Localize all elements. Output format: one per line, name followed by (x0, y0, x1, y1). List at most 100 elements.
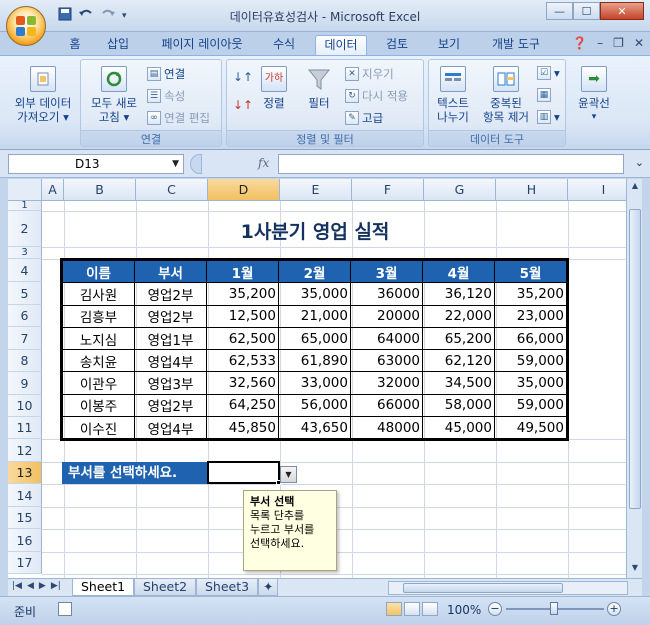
tab-review[interactable]: 검토 (376, 35, 418, 56)
row-header-1[interactable]: 1 (8, 201, 42, 211)
header-cell[interactable]: 5월 (494, 259, 567, 284)
horizontal-scroll-thumb[interactable] (403, 583, 563, 593)
table-cell[interactable]: 56,000 (278, 393, 351, 418)
row-header-8[interactable]: 8 (8, 350, 42, 372)
row-header-14[interactable]: 14 (8, 484, 42, 507)
outline-button[interactable]: ➡ 윤곽선 ▾ (571, 66, 617, 124)
vertical-scrollbar[interactable]: ▲ ▼ (626, 179, 642, 579)
row-header-7[interactable]: 7 (8, 327, 42, 350)
table-cell[interactable]: 59,000 (494, 393, 567, 418)
table-cell[interactable]: 35,000 (494, 371, 567, 395)
row-header-10[interactable]: 10 (8, 395, 42, 417)
table-cell[interactable]: 김사원 (62, 282, 135, 306)
row-header-16[interactable]: 16 (8, 529, 42, 552)
minimize-icon[interactable]: — (546, 2, 573, 20)
formula-input[interactable] (278, 154, 624, 174)
table-cell[interactable]: 22,000 (422, 304, 495, 328)
sort-button[interactable]: 가하 정렬 (257, 66, 291, 110)
table-cell[interactable]: 62,533 (206, 349, 279, 373)
sheet-tab-sheet1[interactable]: Sheet1 (72, 579, 135, 596)
tab-home[interactable]: 홈 (60, 35, 90, 56)
reapply-button[interactable]: ↻ 다시 적용 (345, 88, 408, 104)
column-header-e[interactable]: E (280, 179, 352, 201)
page-layout-view-icon[interactable] (404, 602, 420, 616)
row-header-11[interactable]: 11 (8, 417, 42, 439)
table-cell[interactable]: 63000 (350, 349, 423, 373)
table-cell[interactable]: 36000 (350, 282, 423, 306)
table-cell[interactable]: 송치윤 (62, 349, 135, 373)
zoom-in-icon[interactable]: + (607, 602, 621, 616)
tab-formulas[interactable]: 수식 (262, 35, 306, 56)
tab-view[interactable]: 보기 (428, 35, 470, 56)
table-cell[interactable]: 64,250 (206, 393, 279, 418)
scroll-down-icon[interactable]: ▼ (629, 563, 641, 577)
table-cell[interactable]: 61,890 (278, 349, 351, 373)
last-sheet-icon[interactable]: ▶| (51, 581, 61, 591)
zoom-level[interactable]: 100% (447, 603, 481, 617)
table-cell[interactable]: 영업2부 (134, 393, 207, 418)
table-cell[interactable]: 35,200 (494, 282, 567, 306)
row-header-12[interactable]: 12 (8, 439, 42, 462)
table-cell[interactable]: 43,650 (278, 416, 351, 440)
header-cell[interactable]: 이름 (62, 259, 135, 284)
table-cell[interactable]: 66,000 (494, 326, 567, 351)
select-all-corner[interactable] (8, 179, 42, 201)
scroll-up-icon[interactable]: ▲ (629, 181, 641, 195)
row-header-6[interactable]: 6 (8, 305, 42, 327)
table-cell[interactable]: 이관우 (62, 371, 135, 395)
page-break-view-icon[interactable] (422, 602, 438, 616)
horizontal-scrollbar[interactable] (388, 581, 628, 595)
table-cell[interactable]: 23,000 (494, 304, 567, 328)
sheet-tab-sheet2[interactable]: Sheet2 (134, 579, 197, 596)
formula-bar-resize-handle[interactable] (190, 154, 202, 174)
table-cell[interactable]: 45,850 (206, 416, 279, 440)
header-cell[interactable]: 4월 (422, 259, 495, 284)
worksheet-grid[interactable]: A B C D E F G H I 1 2 3 4 5 6 7 8 9 10 1… (0, 179, 650, 579)
ribbon-close-icon[interactable]: ✕ (634, 36, 644, 50)
chevron-down-icon[interactable]: ▼ (172, 155, 179, 173)
table-cell[interactable]: 32000 (350, 371, 423, 395)
department-prompt-label[interactable]: 부서를 선택하세요. (62, 462, 207, 484)
office-button[interactable] (6, 6, 46, 46)
table-cell[interactable]: 영업2부 (134, 282, 207, 306)
table-cell[interactable]: 48000 (350, 416, 423, 440)
remove-duplicates-button[interactable]: 중복된 항목 제거 (477, 66, 535, 124)
what-if-button[interactable]: ▥ ▾ (537, 110, 560, 124)
table-cell[interactable]: 영업1부 (134, 326, 207, 351)
filter-button[interactable]: 필터 (299, 66, 339, 110)
zoom-slider-thumb[interactable] (550, 602, 558, 615)
tab-insert[interactable]: 삽입 (98, 35, 138, 56)
table-cell[interactable]: 45,000 (422, 416, 495, 440)
table-cell[interactable]: 35,000 (278, 282, 351, 306)
row-header-5[interactable]: 5 (8, 282, 42, 305)
table-cell[interactable]: 66000 (350, 393, 423, 418)
clear-filter-button[interactable]: ✕ 지우기 (345, 66, 394, 82)
header-cell[interactable]: 2월 (278, 259, 351, 284)
table-cell[interactable]: 65,200 (422, 326, 495, 351)
data-validation-button[interactable]: ☑ ▾ (537, 66, 560, 80)
table-cell[interactable]: 20000 (350, 304, 423, 328)
tab-data[interactable]: 데이터 (315, 35, 367, 56)
help-icon[interactable]: ❓ (572, 36, 587, 50)
table-cell[interactable]: 58,000 (422, 393, 495, 418)
edit-links-button[interactable]: ∞ 연결 편집 (147, 110, 210, 126)
table-cell[interactable]: 64000 (350, 326, 423, 351)
table-cell[interactable]: 32,560 (206, 371, 279, 395)
active-cell-d13[interactable] (207, 461, 280, 484)
row-header-13[interactable]: 13 (8, 462, 42, 484)
table-cell[interactable]: 노지심 (62, 326, 135, 351)
table-cell[interactable]: 34,500 (422, 371, 495, 395)
ribbon-minimize-icon[interactable]: – (597, 36, 603, 50)
advanced-filter-button[interactable]: ✎ 고급 (345, 110, 383, 126)
connections-button[interactable]: ▤ 연결 (147, 66, 185, 82)
first-sheet-icon[interactable]: |◀ (12, 581, 22, 591)
table-cell[interactable]: 62,120 (422, 349, 495, 373)
prev-sheet-icon[interactable]: ◀ (27, 581, 34, 591)
table-cell[interactable]: 35,200 (206, 282, 279, 306)
header-cell[interactable]: 3월 (350, 259, 423, 284)
table-cell[interactable]: 김흥부 (62, 304, 135, 328)
tab-developer[interactable]: 개발 도구 (480, 35, 552, 56)
row-header-17[interactable]: 17 (8, 552, 42, 574)
vertical-scroll-thumb[interactable] (629, 209, 641, 509)
sort-desc-button[interactable]: ↓↑ (233, 98, 253, 112)
